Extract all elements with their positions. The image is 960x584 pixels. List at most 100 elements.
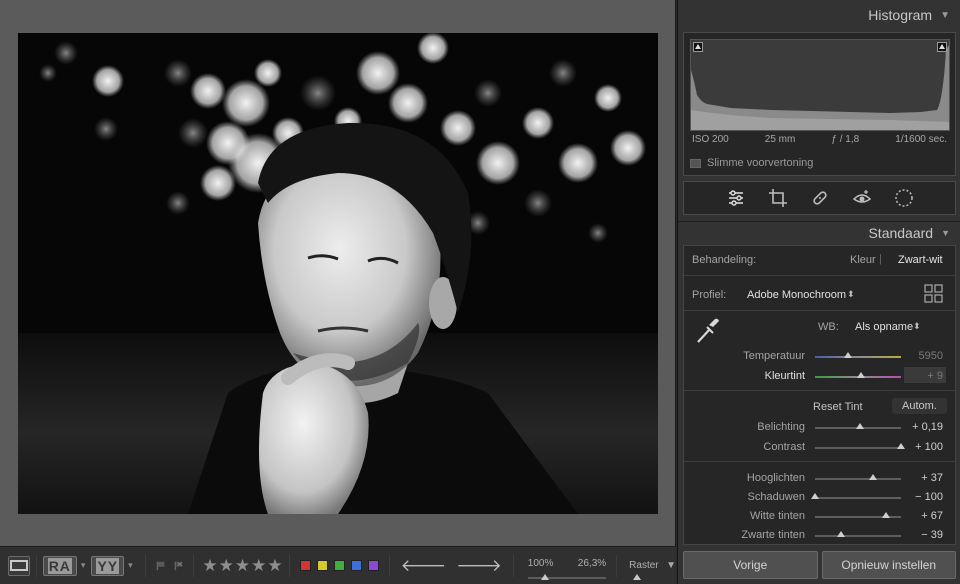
witte-tinten-value[interactable]: + 67 bbox=[921, 510, 943, 522]
tint-thumb[interactable] bbox=[856, 372, 865, 378]
eyedropper-icon[interactable] bbox=[692, 316, 722, 346]
histogram-graph[interactable] bbox=[690, 39, 950, 131]
divider bbox=[684, 275, 955, 276]
schaduwen-slider[interactable] bbox=[815, 497, 901, 499]
temperature-thumb[interactable] bbox=[843, 352, 852, 358]
treatment-label: Behandeling: bbox=[692, 254, 757, 266]
treatment-bw-option[interactable]: Zwart-wit bbox=[898, 254, 943, 266]
star-icon[interactable]: ★ bbox=[251, 557, 266, 574]
schaduwen-label: Schaduwen bbox=[747, 491, 806, 503]
star-icon[interactable]: ★ bbox=[202, 557, 217, 574]
wb-label: WB: bbox=[818, 321, 839, 333]
tint-value[interactable]: + 9 bbox=[927, 370, 943, 382]
zoom-track[interactable] bbox=[527, 576, 607, 579]
before-after-swap-button[interactable]: YY bbox=[91, 555, 125, 576]
contrast-thumb[interactable] bbox=[897, 443, 905, 449]
grid-overlay-control[interactable]: Raster tonen bbox=[629, 550, 660, 582]
zwarte-tinten-thumb[interactable] bbox=[836, 531, 845, 537]
zoom-min-label: 100% bbox=[527, 557, 554, 569]
arrow-left-icon[interactable]: 🡐 bbox=[401, 556, 447, 576]
wb-dropdown[interactable]: Als opname bbox=[855, 321, 913, 333]
contrast-value[interactable]: + 100 bbox=[915, 441, 943, 453]
red-eye-icon[interactable] bbox=[852, 188, 872, 208]
chevron-updown-icon[interactable]: ⬍ bbox=[913, 321, 921, 332]
flag-icon[interactable] bbox=[156, 559, 166, 573]
arrow-right-icon[interactable]: 🡒 bbox=[456, 556, 502, 576]
collapse-triangle-icon[interactable]: ▼ bbox=[941, 228, 950, 238]
loupe-icon bbox=[9, 560, 28, 571]
contrast-slider[interactable] bbox=[815, 447, 901, 449]
collapse-triangle-icon[interactable]: ▼ bbox=[940, 10, 950, 21]
witte-tinten-thumb[interactable] bbox=[882, 512, 891, 518]
sliders-icon[interactable] bbox=[726, 188, 746, 208]
grid-overlay-label: Raster tonen bbox=[629, 559, 660, 571]
star-icon[interactable]: ★ bbox=[235, 557, 250, 574]
temperature-label: Temperatuur bbox=[743, 350, 805, 362]
temperature-value[interactable]: 5950 bbox=[919, 350, 943, 362]
portrait-photo bbox=[18, 33, 658, 514]
color-label-green[interactable] bbox=[333, 560, 345, 571]
contrast-label: Contrast bbox=[763, 441, 805, 453]
zoom-slider[interactable]: 100% 26,3% bbox=[526, 550, 610, 582]
hooglichten-thumb[interactable] bbox=[869, 474, 878, 480]
zwarte-tinten-slider[interactable] bbox=[815, 535, 901, 537]
before-after-button[interactable]: RA bbox=[42, 555, 77, 576]
aperture-value: ƒ / 1,8 bbox=[831, 134, 860, 145]
witte-tinten-label: Witte tinten bbox=[749, 510, 805, 522]
toolbar-divider bbox=[144, 554, 146, 577]
toolbar-divider bbox=[512, 554, 514, 577]
basic-panel-header[interactable]: Standaard ▼ bbox=[678, 221, 960, 243]
shadow-clipping-icon[interactable] bbox=[693, 42, 703, 52]
photo-canvas[interactable] bbox=[18, 33, 658, 514]
before-after-swap-label: YY bbox=[96, 557, 120, 574]
histogram-box: ISO 200 25 mm ƒ / 1,8 1/1600 sec. Slimme… bbox=[683, 32, 956, 176]
hooglichten-value[interactable]: + 37 bbox=[921, 472, 943, 484]
schaduwen-thumb[interactable] bbox=[811, 493, 819, 499]
tool-strip bbox=[683, 181, 956, 215]
toolbar-divider bbox=[288, 554, 290, 577]
reset-tint-button[interactable]: Reset Tint bbox=[813, 401, 863, 413]
color-label-purple[interactable] bbox=[367, 560, 379, 571]
toolbar-divider bbox=[35, 554, 37, 577]
grid-overlay-thumb[interactable] bbox=[633, 573, 642, 580]
profile-browser-grid-icon[interactable] bbox=[924, 284, 944, 304]
histogram-curve bbox=[691, 45, 949, 130]
panel-bottom-buttons: Vorige Opnieuw instellen bbox=[683, 551, 956, 579]
loupe-view-button[interactable] bbox=[8, 555, 30, 576]
toolbar-menu-chevron-icon[interactable]: ▼ bbox=[666, 560, 676, 571]
reject-flag-icon[interactable] bbox=[174, 559, 184, 573]
color-label-yellow[interactable] bbox=[316, 560, 328, 571]
chevron-updown-icon[interactable]: ⬍ bbox=[847, 289, 855, 300]
focal-length-value: 25 mm bbox=[764, 134, 796, 145]
smart-preview-toggle[interactable]: Slimme voorvertoning bbox=[690, 157, 813, 169]
star-icon[interactable]: ★ bbox=[219, 557, 234, 574]
photo-viewer[interactable] bbox=[0, 0, 676, 546]
previous-button[interactable]: Vorige bbox=[683, 551, 818, 579]
profile-dropdown[interactable]: Adobe Monochroom bbox=[747, 289, 846, 301]
auto-button[interactable]: Autom. bbox=[892, 398, 947, 414]
color-label-blue[interactable] bbox=[350, 560, 362, 571]
color-labels bbox=[299, 560, 379, 571]
color-label-red[interactable] bbox=[299, 560, 311, 571]
belichting-thumb[interactable] bbox=[855, 423, 864, 429]
schaduwen-value[interactable]: − 100 bbox=[915, 491, 943, 503]
histogram-header[interactable]: Histogram ▼ bbox=[678, 0, 960, 30]
temperature-slider[interactable] bbox=[815, 356, 901, 358]
healing-bandage-icon[interactable] bbox=[810, 188, 830, 208]
divider bbox=[684, 461, 955, 462]
hooglichten-slider[interactable] bbox=[815, 478, 901, 480]
masking-icon[interactable] bbox=[894, 188, 914, 208]
zwarte-tinten-value[interactable]: − 39 bbox=[921, 529, 943, 541]
chevron-down-icon[interactable]: ▾ bbox=[128, 560, 133, 571]
chevron-down-icon[interactable]: ▾ bbox=[81, 560, 86, 571]
crop-icon[interactable] bbox=[768, 188, 788, 208]
treatment-color-option[interactable]: Kleur bbox=[850, 254, 876, 266]
smart-preview-checkbox[interactable] bbox=[690, 158, 701, 168]
zoom-thumb[interactable] bbox=[540, 573, 549, 580]
highlight-clipping-icon[interactable] bbox=[937, 42, 947, 52]
belichting-value[interactable]: + 0,19 bbox=[912, 421, 943, 433]
star-rating[interactable]: ★ ★ ★ ★ ★ bbox=[202, 557, 282, 574]
filmstrip-toolbar: RA ▾ YY ▾ ★ ★ ★ ★ ★ 🡐 🡒 100% 26,3% Raste… bbox=[0, 546, 676, 584]
reset-button[interactable]: Opnieuw instellen bbox=[821, 551, 956, 579]
star-icon[interactable]: ★ bbox=[267, 557, 282, 574]
